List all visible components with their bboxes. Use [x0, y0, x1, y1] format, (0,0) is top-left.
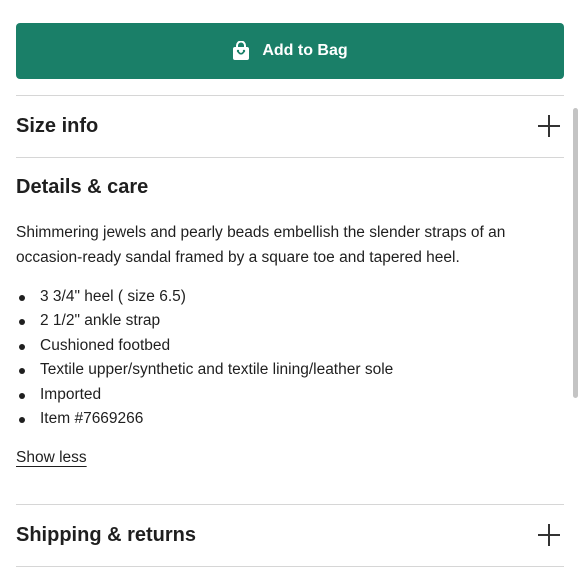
shipping-returns-title: Shipping & returns: [16, 523, 196, 546]
size-info-title: Size info: [16, 114, 99, 137]
details-care-title: Details & care: [16, 176, 149, 198]
plus-icon[interactable]: [538, 524, 560, 546]
scrollbar[interactable]: [573, 108, 578, 398]
list-item: Imported: [16, 383, 393, 407]
add-to-bag-button[interactable]: Add to Bag: [16, 23, 564, 79]
plus-icon[interactable]: [538, 115, 560, 137]
divider: [16, 157, 564, 158]
shopping-bag-icon: [233, 41, 250, 60]
list-item: Item #7669266: [16, 407, 393, 431]
list-item: 2 1/2" ankle strap: [16, 309, 393, 333]
shipping-returns-header[interactable]: Shipping & returns: [16, 505, 564, 565]
details-list: 3 3/4" heel ( size 6.5) 2 1/2" ankle str…: [16, 285, 393, 431]
list-item: Textile upper/synthetic and textile lini…: [16, 358, 393, 382]
list-item: Cushioned footbed: [16, 334, 393, 358]
list-item: 3 3/4" heel ( size 6.5): [16, 285, 393, 309]
size-info-header[interactable]: Size info: [16, 96, 564, 156]
show-less-link[interactable]: Show less: [16, 449, 87, 467]
divider: [16, 566, 564, 567]
add-to-bag-label: Add to Bag: [262, 42, 348, 59]
product-description: Shimmering jewels and pearly beads embel…: [16, 224, 506, 266]
